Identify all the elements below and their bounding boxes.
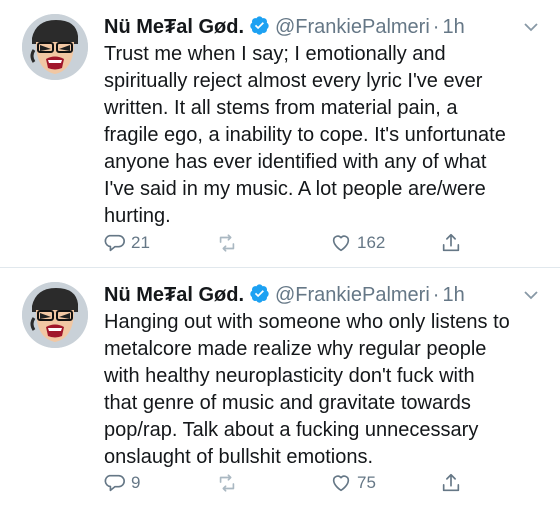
separator: · bbox=[432, 284, 440, 306]
avatar[interactable] bbox=[22, 14, 88, 80]
retweet-icon bbox=[219, 234, 235, 252]
tweet-feed: Nü Me₮al Gød. @FrankiePalmeri · 1h Trust… bbox=[0, 0, 560, 505]
share-button[interactable] bbox=[440, 472, 462, 494]
tweet[interactable]: Nü Me₮al Gød. @FrankiePalmeri · 1h Hangi… bbox=[0, 268, 560, 505]
reply-button[interactable]: 21 bbox=[104, 232, 150, 254]
retweet-button[interactable] bbox=[216, 232, 243, 254]
retweet-button[interactable] bbox=[216, 472, 243, 494]
handle[interactable]: @FrankiePalmeri bbox=[275, 282, 430, 308]
like-count: 162 bbox=[357, 233, 386, 252]
tweet-header: Nü Me₮al Gød. @FrankiePalmeri · 1h bbox=[104, 12, 542, 40]
tweet-actions: 21 162 bbox=[104, 230, 540, 256]
verified-badge-icon bbox=[249, 283, 270, 304]
handle[interactable]: @FrankiePalmeri bbox=[275, 14, 430, 40]
chevron-down-icon[interactable] bbox=[522, 18, 540, 36]
tweet-actions: 9 75 bbox=[104, 470, 540, 496]
timestamp[interactable]: 1h bbox=[442, 282, 464, 308]
reply-button[interactable]: 9 bbox=[104, 472, 140, 494]
tweet-text: Trust me when I say; I emotionally and s… bbox=[104, 43, 506, 227]
retweet-icon bbox=[219, 474, 235, 492]
like-button[interactable]: 75 bbox=[330, 472, 376, 494]
reply-count: 9 bbox=[131, 473, 141, 492]
share-icon bbox=[442, 473, 460, 492]
reply-count: 21 bbox=[131, 233, 150, 252]
chevron-down-icon[interactable] bbox=[522, 286, 540, 304]
like-icon bbox=[332, 235, 350, 252]
like-count: 75 bbox=[357, 473, 376, 492]
reply-icon bbox=[104, 234, 125, 252]
reply-icon bbox=[104, 474, 125, 492]
share-button[interactable] bbox=[440, 232, 462, 254]
timestamp[interactable]: 1h bbox=[442, 14, 464, 40]
like-icon bbox=[332, 475, 350, 492]
tweet[interactable]: Nü Me₮al Gød. @FrankiePalmeri · 1h Trust… bbox=[0, 0, 560, 268]
like-button[interactable]: 162 bbox=[330, 232, 385, 254]
avatar[interactable] bbox=[22, 282, 88, 348]
separator: · bbox=[432, 16, 440, 38]
tweet-text: Hanging out with someone who only listen… bbox=[104, 311, 510, 468]
tweet-header: Nü Me₮al Gød. @FrankiePalmeri · 1h bbox=[104, 280, 542, 308]
verified-badge-icon bbox=[249, 15, 270, 36]
share-icon bbox=[442, 233, 460, 252]
display-name[interactable]: Nü Me₮al Gød. bbox=[104, 14, 244, 40]
display-name[interactable]: Nü Me₮al Gød. bbox=[104, 282, 244, 308]
